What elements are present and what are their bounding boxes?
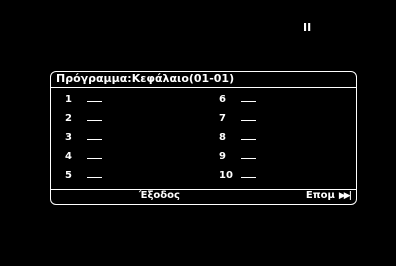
slot-value-field[interactable] [87,150,102,159]
slot-value-field[interactable] [241,112,256,121]
panel-title: Πρόγραμμα:Κεφάλαιο(01-01) [56,72,235,85]
slot-value-field[interactable] [241,150,256,159]
slot-value-field[interactable] [87,93,102,102]
slot-number: 6 [219,94,226,105]
skip-forward-icon: ▶▶| [338,191,352,201]
slot-number: 2 [65,113,72,124]
slot-value-field[interactable] [241,131,256,140]
slot-number: 7 [219,113,226,124]
next-label: Επομ [305,190,335,201]
program-slot-10[interactable]: 10 [219,169,256,183]
exit-button[interactable]: Έξοδος [139,189,180,203]
slot-number: 1 [65,94,72,105]
slot-number: 10 [219,170,233,181]
program-slot-4[interactable]: 4 [65,150,102,164]
program-panel: Πρόγραμμα:Κεφάλαιο(01-01) 1 2 3 4 5 6 7 … [50,71,357,205]
program-slot-9[interactable]: 9 [219,150,256,164]
title-divider [51,87,356,88]
program-slot-8[interactable]: 8 [219,131,256,145]
program-slot-6[interactable]: 6 [219,93,256,107]
program-slot-1[interactable]: 1 [65,93,102,107]
slot-number: 5 [65,170,72,181]
slot-number: 8 [219,132,226,143]
slot-number: 9 [219,151,226,162]
program-slot-5[interactable]: 5 [65,169,102,183]
slot-value-field[interactable] [87,131,102,140]
next-button[interactable]: Επομ ▶▶| [305,189,352,203]
slot-value-field[interactable] [241,169,256,178]
program-slot-2[interactable]: 2 [65,112,102,126]
slot-number: 4 [65,151,72,162]
pause-icon: II [303,21,312,34]
slot-value-field[interactable] [241,93,256,102]
program-slot-7[interactable]: 7 [219,112,256,126]
osd-screen: II Πρόγραμμα:Κεφάλαιο(01-01) 1 2 3 4 5 6… [0,0,396,266]
slot-value-field[interactable] [87,169,102,178]
program-slot-3[interactable]: 3 [65,131,102,145]
slot-number: 3 [65,132,72,143]
slot-value-field[interactable] [87,112,102,121]
